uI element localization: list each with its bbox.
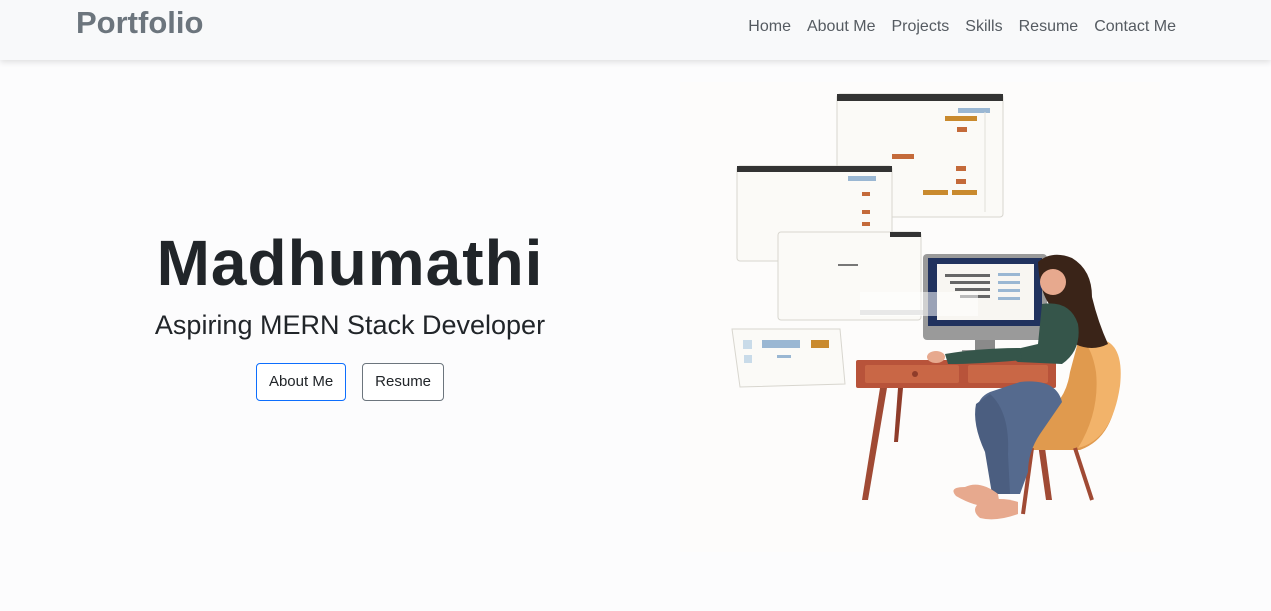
- nav-link-home[interactable]: Home: [740, 16, 799, 38]
- nav-link-resume[interactable]: Resume: [1011, 16, 1087, 38]
- nav-links: Home About Me Projects Skills Resume Con…: [740, 16, 1184, 38]
- hero-intro: Madhumathi Aspiring MERN Stack Developer…: [100, 225, 600, 401]
- hero-role: Aspiring MERN Stack Developer: [154, 310, 546, 340]
- about-me-button[interactable]: About Me: [255, 363, 347, 401]
- nav-link-skills[interactable]: Skills: [957, 16, 1010, 38]
- nav-link-about-me[interactable]: About Me: [799, 16, 883, 38]
- nav-link-projects[interactable]: Projects: [883, 16, 957, 38]
- developer-illustration: [680, 82, 1160, 552]
- resume-button[interactable]: Resume: [362, 363, 445, 401]
- nav-link-contact-me[interactable]: Contact Me: [1086, 16, 1184, 38]
- navbar: Portfolio Home About Me Projects Skills …: [0, 0, 1271, 60]
- hero-buttons: About Me Resume: [100, 363, 600, 401]
- hero-name: Madhumathi: [156, 227, 544, 299]
- card-icon: [731, 328, 846, 388]
- developer-at-desk-illustration-icon: [731, 93, 1121, 520]
- brand-logo[interactable]: Portfolio: [76, 4, 203, 42]
